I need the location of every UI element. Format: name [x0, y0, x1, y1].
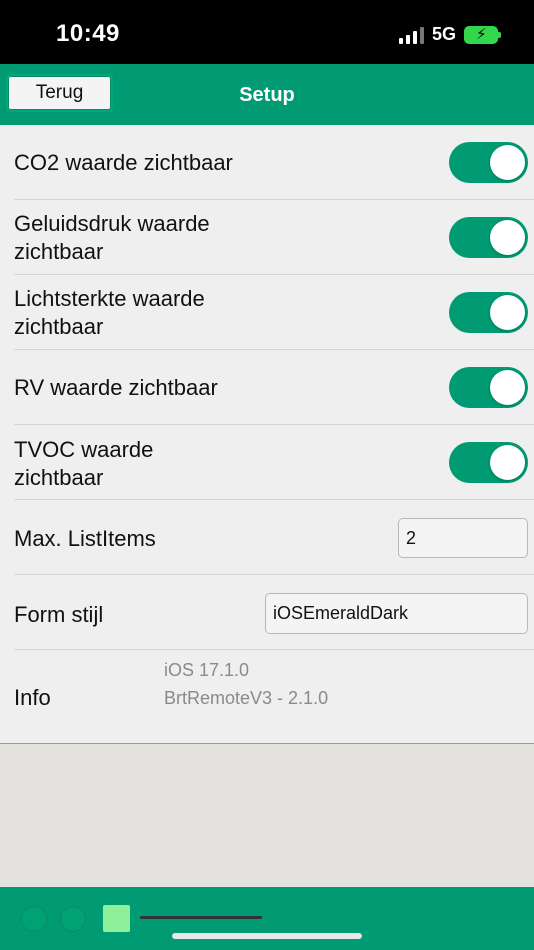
- setting-row-form-style: Form stijl iOSEmeraldDark: [0, 575, 534, 650]
- status-time: 10:49: [56, 20, 120, 47]
- toggle-knob: [490, 220, 525, 255]
- info-values: iOS 17.1.0 BrtRemoteV3 - 2.1.0: [164, 656, 328, 712]
- bottom-toolbar: [0, 887, 534, 950]
- status-indicators: 5G ⚡: [398, 24, 501, 45]
- battery-charging-icon: ⚡: [464, 25, 501, 44]
- toggle-lichtsterkte[interactable]: [449, 292, 528, 333]
- setting-row-info: Info iOS 17.1.0 BrtRemoteV3 - 2.1.0: [0, 650, 534, 743]
- square-indicator-icon: [103, 905, 130, 932]
- form-style-label: Form stijl: [14, 602, 104, 627]
- app-version-text: BrtRemoteV3 - 2.1.0: [164, 688, 329, 708]
- toggle-geluidsdruk[interactable]: [449, 217, 528, 258]
- setting-label-geluidsdruk: Geluidsdruk waarde zichtbaar: [14, 211, 210, 264]
- setting-row-geluidsdruk: Geluidsdruk waarde zichtbaar: [0, 200, 534, 275]
- settings-list: CO2 waarde zichtbaar Geluidsdruk waarde …: [0, 125, 534, 744]
- line-indicator: [140, 916, 262, 919]
- toggle-rv[interactable]: [449, 367, 528, 408]
- max-list-items-input[interactable]: 2: [398, 518, 528, 558]
- info-label: Info: [14, 685, 51, 710]
- navigation-bar: Terug Setup: [0, 64, 534, 125]
- circle-button-2[interactable]: [60, 906, 86, 932]
- setting-row-tvoc: TVOC waarde zichtbaar: [0, 425, 534, 500]
- network-type: 5G: [431, 24, 456, 44]
- setting-row-co2: CO2 waarde zichtbaar: [0, 125, 534, 200]
- max-list-items-label: Max. ListItems: [14, 526, 156, 551]
- cellular-signal-icon: [398, 26, 424, 44]
- setting-label-lichtsterkte: Lichtsterkte waarde zichtbaar: [14, 286, 205, 339]
- status-bar: 10:49 5G ⚡: [0, 0, 534, 64]
- home-indicator[interactable]: [172, 933, 362, 939]
- ios-version-text: iOS 17.1.0: [164, 660, 250, 680]
- toggle-knob: [490, 295, 525, 330]
- page-title: Setup: [239, 84, 295, 106]
- toggle-knob: [490, 370, 525, 405]
- setting-row-max-list-items: Max. ListItems 2: [0, 500, 534, 575]
- toggle-co2[interactable]: [449, 142, 528, 183]
- setting-label-tvoc: TVOC waarde zichtbaar: [14, 437, 154, 490]
- setting-label-rv: RV waarde zichtbaar: [14, 375, 218, 400]
- toggle-tvoc[interactable]: [449, 442, 528, 483]
- setting-label-co2: CO2 waarde zichtbaar: [14, 150, 233, 175]
- form-style-input[interactable]: iOSEmeraldDark: [265, 593, 528, 634]
- setting-row-lichtsterkte: Lichtsterkte waarde zichtbaar: [0, 275, 534, 350]
- toggle-knob: [490, 445, 525, 480]
- circle-button-1[interactable]: [21, 906, 47, 932]
- toggle-knob: [490, 145, 525, 180]
- setting-row-rv: RV waarde zichtbaar: [0, 350, 534, 425]
